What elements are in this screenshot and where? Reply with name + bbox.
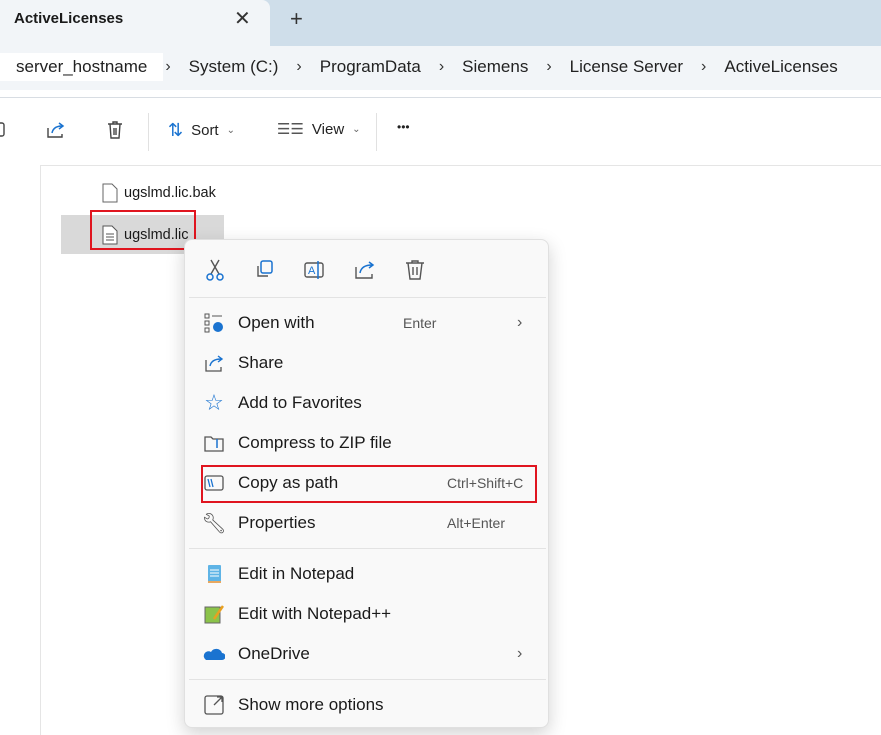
chevron-right-icon[interactable]: › xyxy=(163,58,172,76)
zip-folder-icon xyxy=(203,432,225,454)
menu-item-edit-with-notepadpp[interactable]: Edit with Notepad++ xyxy=(185,596,548,632)
open-with-icon xyxy=(203,312,225,334)
rename-icon[interactable]: A xyxy=(303,258,327,282)
menu-item-show-more-options[interactable]: Show more options xyxy=(185,687,548,723)
sort-button[interactable]: ⇅ Sort ⌄ xyxy=(168,120,235,141)
command-bar: ⇅ Sort ⌄ ☰☰ View ⌄ ••• xyxy=(0,97,881,165)
view-button[interactable]: ☰☰ View ⌄ xyxy=(277,120,361,139)
delete-icon[interactable] xyxy=(403,258,427,282)
crumb-programdata[interactable]: ProgramData xyxy=(304,57,437,77)
highlight-box-copy-as-path xyxy=(201,465,537,503)
svg-text:A: A xyxy=(308,265,316,277)
file-item[interactable]: ugslmd.lic.bak xyxy=(102,183,216,203)
chevron-right-icon[interactable]: › xyxy=(437,58,446,76)
chevron-right-icon[interactable]: › xyxy=(544,58,553,76)
view-icon: ☰☰ xyxy=(277,121,304,138)
share-icon[interactable] xyxy=(353,258,377,282)
menu-item-compress-zip[interactable]: Compress to ZIP file xyxy=(185,425,548,461)
menu-item-open-with[interactable]: Open with Enter › xyxy=(185,305,548,341)
notepad-icon xyxy=(203,563,225,585)
copy-icon[interactable] xyxy=(0,120,8,140)
cut-icon[interactable] xyxy=(203,258,227,282)
wrench-icon: 🔧︎ xyxy=(201,512,227,535)
onedrive-icon xyxy=(203,643,225,665)
menu-item-properties[interactable]: 🔧︎ Properties Alt+Enter xyxy=(185,505,548,541)
chevron-down-icon: ⌄ xyxy=(352,123,361,135)
menu-item-add-to-favorites[interactable]: ☆ Add to Favorites xyxy=(185,385,548,421)
chevron-right-icon[interactable]: › xyxy=(294,58,303,76)
menu-item-edit-in-notepad[interactable]: Edit in Notepad xyxy=(185,556,548,592)
copy-icon[interactable] xyxy=(253,258,277,282)
new-tab-button[interactable]: + xyxy=(290,6,303,32)
share-icon xyxy=(203,352,225,374)
crumb-active-licenses[interactable]: ActiveLicenses xyxy=(708,57,853,77)
menu-item-onedrive[interactable]: OneDrive › xyxy=(185,636,548,672)
tab-active-licenses[interactable]: ActiveLicenses ✕ xyxy=(0,0,270,46)
star-icon: ☆ xyxy=(204,390,224,415)
chevron-down-icon: ⌄ xyxy=(226,125,235,136)
notepadpp-icon xyxy=(203,603,225,625)
chevron-right-icon: › xyxy=(517,314,523,331)
crumb-siemens[interactable]: Siemens xyxy=(446,57,544,77)
menu-item-share[interactable]: Share xyxy=(185,345,548,381)
chevron-right-icon: › xyxy=(517,645,523,662)
highlight-box-file xyxy=(90,210,196,250)
breadcrumb: server_hostname › System (C:) › ProgramDat… xyxy=(0,48,881,86)
crumb-system[interactable]: System (C:) xyxy=(173,57,295,77)
crumb-server[interactable]: server_hostname xyxy=(0,53,164,81)
share-icon[interactable] xyxy=(45,120,67,140)
sort-icon: ⇅ xyxy=(168,120,184,140)
delete-icon[interactable] xyxy=(105,120,125,140)
crumb-license-server[interactable]: License Server xyxy=(554,57,699,77)
tab-title: ActiveLicenses xyxy=(14,10,124,27)
close-tab-icon[interactable]: ✕ xyxy=(234,6,251,31)
more-options-button[interactable]: ••• xyxy=(397,120,410,134)
file-icon xyxy=(102,183,118,203)
show-more-options-icon xyxy=(203,694,225,716)
chevron-right-icon[interactable]: › xyxy=(699,58,708,76)
